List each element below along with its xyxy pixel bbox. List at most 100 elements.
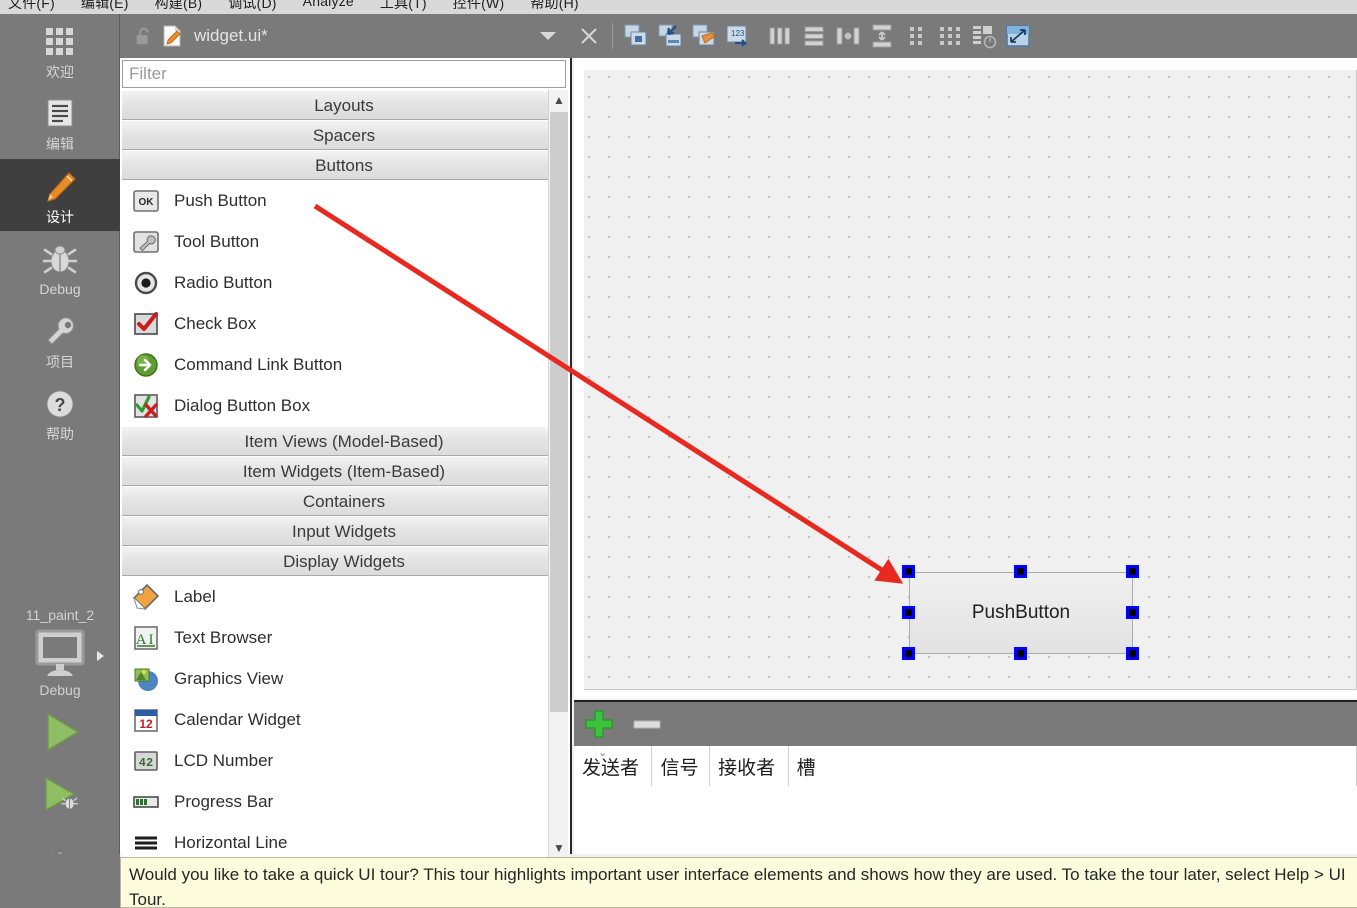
menu-item-7[interactable]: 帮助(H) — [530, 0, 578, 13]
layout-form-button[interactable] — [899, 19, 933, 53]
widget-box-scrollbar[interactable]: ▲ ▼ — [548, 90, 568, 858]
widget-category-header[interactable]: Input Widgets — [122, 516, 566, 546]
close-editor-button[interactable] — [572, 14, 606, 58]
sidebar-item-design[interactable]: 设计 — [0, 158, 120, 232]
resize-handle-top-center[interactable] — [1014, 565, 1027, 578]
widget-list-item[interactable]: Check Box — [122, 303, 566, 344]
scroll-up-arrow-icon[interactable]: ▲ — [549, 90, 569, 110]
resize-handle-middle-left[interactable] — [902, 606, 915, 619]
scroll-down-arrow-icon[interactable]: ▼ — [549, 838, 569, 858]
widget-list-item[interactable]: A I Text Browser — [122, 617, 566, 658]
widget-list-item[interactable]: Graphics View — [122, 658, 566, 699]
menu-item-3[interactable]: 调试(D) — [228, 0, 276, 13]
command-link-arrow-icon — [132, 351, 160, 379]
widget-list-item-label: Check Box — [174, 313, 257, 333]
edit-widgets-button[interactable] — [619, 19, 653, 53]
resize-handle-middle-right[interactable] — [1126, 606, 1139, 619]
run-configuration-area: 11_paint_2 Debug — [0, 604, 120, 888]
widget-category-header[interactable]: Containers — [122, 486, 566, 516]
signal-slot-column-header[interactable]: 接收者 — [710, 746, 789, 786]
menu-item-6[interactable]: 控件(W) — [453, 0, 505, 13]
ui-file-pencil-icon — [163, 25, 181, 47]
signal-slot-column-header[interactable]: 发送者 ⌄ — [574, 746, 653, 786]
remove-connection-button[interactable] — [628, 705, 666, 743]
menu-item-4[interactable]: Analyze — [303, 0, 354, 13]
widget-list-item[interactable]: Progress Bar — [122, 781, 566, 822]
kit-name-label: 11_paint_2 — [25, 607, 95, 623]
layout-horizontally-button[interactable] — [763, 19, 797, 53]
open-document-title[interactable]: widget.ui* — [194, 26, 540, 46]
form-canvas[interactable]: PushButton — [584, 70, 1357, 690]
sidebar-item-edit[interactable]: 编辑 — [0, 86, 120, 158]
signal-slot-column-header[interactable]: 槽 — [789, 746, 1357, 786]
layout-splitter-horizontal-button[interactable] — [831, 19, 865, 53]
widget-list-item[interactable]: Dialog Button Box — [122, 385, 566, 426]
svg-text:?: ? — [55, 395, 66, 415]
widget-category-header[interactable]: Spacers — [122, 120, 566, 150]
sidebar-item-debug[interactable]: Debug — [0, 231, 120, 303]
edit-buddies-button[interactable] — [687, 19, 721, 53]
kit-selector-button[interactable] — [0, 625, 120, 679]
layout-vertically-button[interactable] — [797, 19, 831, 53]
break-layout-button[interactable] — [967, 19, 1001, 53]
chevron-down-icon[interactable] — [540, 32, 556, 40]
widget-category-header[interactable]: Display Widgets — [122, 546, 566, 576]
scrollbar-thumb[interactable] — [550, 112, 568, 712]
layout-form-icon — [910, 27, 922, 45]
sidebar-item-label: 设计 — [46, 208, 74, 225]
signal-slot-column-header[interactable]: 信号 — [652, 746, 711, 786]
widget-category-header[interactable]: Item Views (Model-Based) — [122, 426, 566, 456]
signal-slot-column-label: 发送者 — [582, 757, 640, 779]
sidebar-item-projects[interactable]: 项目 — [0, 304, 120, 376]
sidebar-item-help[interactable]: ? 帮助 — [0, 376, 120, 448]
wrench-icon — [47, 316, 75, 345]
widget-category-header[interactable]: Buttons — [122, 150, 566, 180]
search-input[interactable] — [129, 64, 565, 84]
edit-tab-order-button[interactable]: 123 — [721, 19, 755, 53]
layout-splitter-vertical-button[interactable] — [865, 19, 899, 53]
svg-text:OK: OK — [139, 197, 155, 208]
edit-signals-slots-button[interactable] — [653, 19, 687, 53]
layout-splitter-vertical-icon — [872, 24, 892, 48]
widget-list-item[interactable]: Horizontal Line — [122, 822, 566, 858]
main-menubar: 文件(F) 编辑(E) 构建(B) 调试(D) Analyze 工具(T) 控件(W) 帮助(… — [0, 0, 1357, 14]
widget-list-item[interactable]: OK Push Button — [122, 180, 566, 221]
sidebar-item-welcome[interactable]: 欢迎 — [0, 14, 120, 86]
widget-list-item-label: LCD Number — [174, 750, 274, 770]
add-connection-button[interactable] — [580, 705, 618, 743]
menu-item-2[interactable]: 构建(B) — [155, 0, 203, 13]
adjust-size-button[interactable] — [1001, 19, 1035, 53]
widget-category-label: Containers — [302, 492, 386, 511]
widget-category-header[interactable]: Item Widgets (Item-Based) — [122, 456, 566, 486]
start-debugging-button[interactable] — [0, 764, 120, 828]
widget-list-item[interactable]: Label — [122, 576, 566, 617]
widget-list-item-label: Dialog Button Box — [174, 395, 311, 415]
resize-handle-bottom-center[interactable] — [1014, 647, 1027, 660]
widget-list-item[interactable]: Command Link Button — [122, 344, 566, 385]
menu-item-1[interactable]: 编辑(E) — [81, 0, 129, 13]
resize-handle-bottom-left[interactable] — [902, 647, 915, 660]
kit-expand-caret-icon — [97, 651, 104, 661]
widget-category-label: Display Widgets — [283, 552, 405, 571]
widget-category-header[interactable]: Layouts — [122, 90, 566, 120]
radio-button-icon — [132, 269, 160, 297]
menu-item-5[interactable]: 工具(T) — [380, 0, 427, 13]
check-box-icon — [132, 310, 160, 338]
resize-handle-top-right[interactable] — [1126, 565, 1139, 578]
widget-list-item[interactable]: Radio Button — [122, 262, 566, 303]
tool-button-icon — [132, 228, 160, 256]
resize-handle-bottom-right[interactable] — [1126, 647, 1139, 660]
grid-icon — [46, 28, 73, 55]
resize-handle-top-left[interactable] — [902, 565, 915, 578]
pushbutton-widget[interactable]: PushButton — [909, 572, 1133, 654]
widget-list-item[interactable]: Tool Button — [122, 221, 566, 262]
widget-box-list[interactable]: Layouts Spacers Buttons OK Push Button Tool B… — [122, 90, 566, 858]
widget-list-item[interactable]: 42 LCD Number — [122, 740, 566, 781]
widget-list-item[interactable]: 12 Calendar Widget — [122, 699, 566, 740]
layout-grid-button[interactable] — [933, 19, 967, 53]
widget-box-panel: widget.ui* Layouts Spacers Buttons OK Push B… — [120, 14, 572, 858]
unlocked-padlock-icon[interactable] — [132, 25, 154, 47]
sidebar-item-label: Debug — [39, 281, 81, 298]
run-button[interactable] — [0, 700, 120, 764]
menu-item-0[interactable]: 文件(F) — [8, 0, 55, 13]
